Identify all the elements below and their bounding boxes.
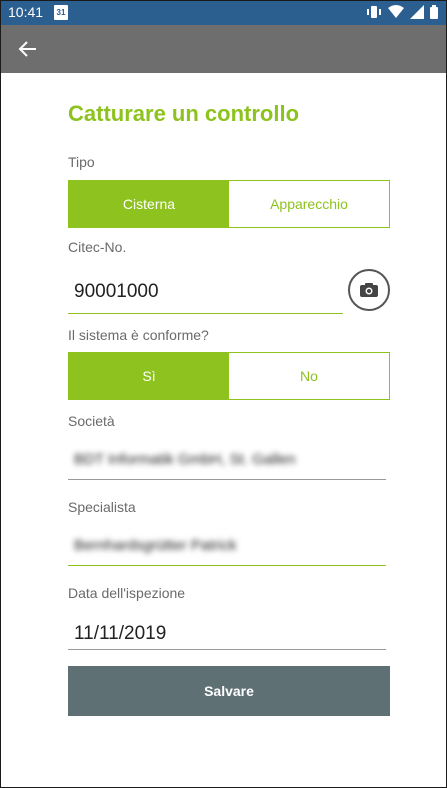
- battery-icon: [430, 5, 438, 19]
- camera-button[interactable]: [348, 269, 390, 311]
- data-ispezione-value: 11/11/2019: [74, 623, 167, 644]
- tipo-option-apparecchio[interactable]: Apparecchio: [229, 181, 389, 227]
- tipo-label: Tipo: [68, 154, 95, 170]
- vibrate-icon: [367, 6, 381, 18]
- data-ispezione-label: Data dell'ispezione: [68, 585, 186, 601]
- status-time: 10:41: [8, 4, 44, 20]
- data-ispezione-field[interactable]: 11/11/2019: [68, 615, 386, 651]
- signal-icon: [410, 5, 424, 19]
- conforme-segmented-control: Sì No: [68, 352, 390, 400]
- societa-label: Società: [68, 413, 115, 429]
- tipo-segmented-control: Cisterna Apparecchio: [68, 180, 390, 228]
- societa-field[interactable]: BDT Informatik GmbH, St. Gallen: [68, 445, 386, 481]
- citec-label: Citec-No.: [68, 239, 127, 255]
- save-button[interactable]: Salvare: [68, 666, 390, 716]
- form-content: Catturare un controllo Tipo Cisterna App…: [1, 73, 446, 787]
- camera-icon: [360, 283, 378, 297]
- specialista-underline: [68, 565, 386, 566]
- data-ispezione-underline: [68, 649, 386, 650]
- tipo-option-cisterna[interactable]: Cisterna: [69, 181, 229, 227]
- citec-underline: [68, 313, 343, 314]
- conforme-label: Il sistema è conforme?: [68, 327, 209, 343]
- back-arrow-icon[interactable]: [11, 32, 45, 66]
- app-bar: [1, 25, 446, 73]
- specialista-value: Bernhardsgrütter Patrick: [74, 537, 237, 554]
- societa-value: BDT Informatik GmbH, St. Gallen: [74, 451, 296, 468]
- societa-underline: [68, 479, 386, 480]
- calendar-icon: 31: [54, 5, 68, 20]
- conforme-option-no[interactable]: No: [229, 353, 389, 399]
- status-bar: 10:41 31: [1, 1, 446, 25]
- wifi-icon: [388, 5, 404, 18]
- app-screen: 10:41 31 Catturare un controllo Tipo Cis…: [0, 0, 447, 788]
- citec-number-value: 90001000: [74, 281, 159, 302]
- system-icons: [366, 5, 438, 19]
- specialista-field[interactable]: Bernhardsgrütter Patrick: [68, 531, 386, 567]
- conforme-option-si[interactable]: Sì: [69, 353, 229, 399]
- page-title: Catturare un controllo: [68, 101, 300, 126]
- citec-number-field[interactable]: 90001000: [68, 269, 343, 315]
- specialista-label: Specialista: [68, 499, 136, 515]
